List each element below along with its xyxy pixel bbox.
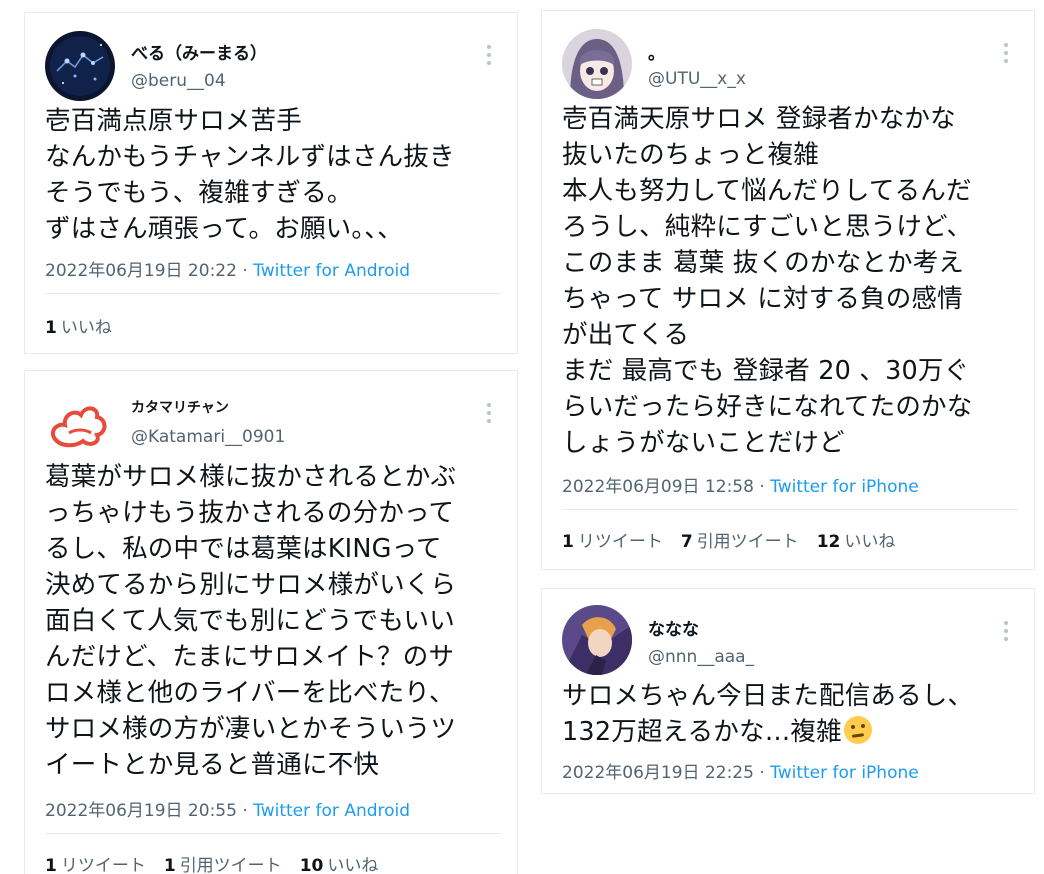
retweet-count[interactable]: 1 リツイート — [45, 856, 146, 874]
tweet-card[interactable]: 。 @UTU__x_x 壱百満天原サロメ 登録者かなかな 抜いたのちょっと複雑 … — [541, 10, 1035, 570]
like-count[interactable]: 12 いいね — [817, 532, 896, 552]
anime-girl-avatar-icon — [562, 29, 632, 99]
user-handle[interactable]: @UTU__x_x — [648, 69, 746, 89]
quote-tweet-count[interactable]: 1 引用ツイート — [164, 856, 282, 874]
more-options-icon[interactable] — [479, 401, 499, 425]
tweet-meta: 2022年06月19日 20:22 · Twitter for Android — [45, 256, 410, 281]
display-name[interactable]: 。 — [648, 39, 665, 64]
tweet-stats: 1 リツイート 7 引用ツイート 12 いいね — [562, 527, 913, 552]
anime-character-avatar-icon — [562, 605, 632, 675]
tweet-text: サロメちゃん今日また配信あるし、 132万超えるかな…複雑 — [562, 678, 973, 750]
tweet-card[interactable]: カタマリチャン @Katamari__0901 葛葉がサロメ様に抜かされるとかぶ… — [24, 370, 518, 874]
display-name[interactable]: べる（みーまる） — [131, 39, 267, 64]
divider — [562, 509, 1018, 510]
timestamp[interactable]: 2022年06月19日 20:22 — [45, 261, 237, 281]
tweet-text: 壱百満点原サロメ苦手 なんかもうチャンネルずはさん抜き そうでもう、複雑すぎる。… — [45, 106, 455, 244]
avatar[interactable] — [45, 389, 115, 459]
tweet-text: 壱百満天原サロメ 登録者かなかな 抜いたのちょっと複雑 本人も努力して悩んだりし… — [562, 104, 973, 458]
source-link[interactable]: Twitter for iPhone — [770, 477, 919, 497]
tweet-text: 葛葉がサロメ様に抜かされるとかぶ っちゃけもう抜かされるの分かって るし、私の中… — [45, 462, 457, 780]
retweet-count[interactable]: 1 リツイート — [562, 532, 663, 552]
source-link[interactable]: Twitter for iPhone — [770, 763, 919, 783]
user-handle[interactable]: @nnn__aaa_ — [648, 647, 754, 667]
source-link[interactable]: Twitter for Android — [253, 261, 410, 281]
source-link[interactable]: Twitter for Android — [253, 801, 410, 821]
tweet-meta: 2022年06月19日 22:25 · Twitter for iPhone — [562, 758, 919, 783]
tweet-meta: 2022年06月09日 12:58 · Twitter for iPhone — [562, 472, 919, 497]
swirl-blob-avatar-icon — [45, 389, 115, 459]
meta-separator: · — [753, 763, 771, 783]
tweet-meta: 2022年06月19日 20:55 · Twitter for Android — [45, 796, 410, 821]
more-options-icon[interactable] — [996, 619, 1016, 643]
more-options-icon[interactable] — [996, 41, 1016, 65]
face-with-raised-eyebrow-emoji-icon — [843, 716, 872, 744]
divider — [45, 833, 501, 834]
meta-separator: · — [236, 261, 254, 281]
more-options-icon[interactable] — [479, 43, 499, 67]
starry-night-avatar-icon — [45, 31, 115, 101]
meta-separator: · — [753, 477, 771, 497]
avatar[interactable] — [562, 29, 632, 99]
tweet-card[interactable]: ななな @nnn__aaa_ サロメちゃん今日また配信あるし、 132万超えるか… — [541, 588, 1035, 794]
divider — [45, 293, 501, 294]
timestamp[interactable]: 2022年06月09日 12:58 — [562, 477, 754, 497]
display-name[interactable]: ななな — [648, 615, 699, 640]
tweet-text-content: サロメちゃん今日また配信あるし、 132万超えるかな…複雑 — [562, 681, 974, 747]
tweet-card[interactable]: べる（みーまる） @beru__04 壱百満点原サロメ苦手 なんかもうチャンネル… — [24, 12, 518, 354]
user-handle[interactable]: @Katamari__0901 — [131, 427, 285, 447]
like-count[interactable]: 1 いいね — [45, 318, 112, 338]
like-count[interactable]: 10 いいね — [300, 856, 379, 874]
tweet-stats: 1 いいね — [45, 313, 130, 338]
avatar[interactable] — [45, 31, 115, 101]
tweet-stats: 1 リツイート 1 引用ツイート 10 いいね — [45, 851, 396, 874]
timestamp[interactable]: 2022年06月19日 22:25 — [562, 763, 754, 783]
avatar[interactable] — [562, 605, 632, 675]
quote-tweet-count[interactable]: 7 引用ツイート — [681, 532, 799, 552]
user-handle[interactable]: @beru__04 — [131, 71, 226, 91]
display-name[interactable]: カタマリチャン — [131, 397, 229, 417]
meta-separator: · — [236, 801, 254, 821]
timestamp[interactable]: 2022年06月19日 20:55 — [45, 801, 237, 821]
